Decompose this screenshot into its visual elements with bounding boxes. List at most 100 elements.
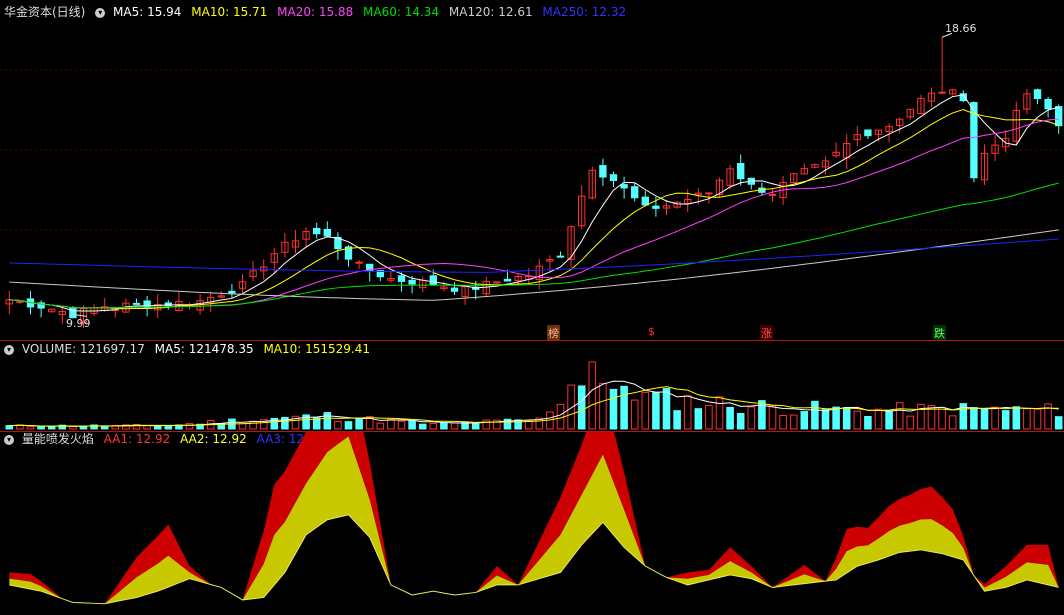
volume-bar <box>185 423 194 430</box>
volume-bar <box>5 425 14 430</box>
volume-bar <box>429 422 438 430</box>
volume-bar <box>821 409 830 430</box>
volume-bar <box>715 396 724 430</box>
volume-bar <box>779 415 787 430</box>
volume-bar <box>991 406 999 430</box>
ma60-line <box>9 182 1059 309</box>
volume-bar <box>281 416 289 430</box>
volume-bar <box>853 410 862 430</box>
candle-body <box>556 255 565 258</box>
volume-bar <box>26 425 35 430</box>
candle-body <box>631 186 639 199</box>
candle-body <box>493 281 501 284</box>
volume-bar <box>694 408 703 430</box>
candle-body <box>609 174 618 181</box>
candle-body <box>620 184 628 189</box>
volume-bar <box>588 361 597 430</box>
volume-chart[interactable] <box>0 341 1064 431</box>
candle-body <box>768 193 777 196</box>
candle-body <box>355 261 363 264</box>
candle-body <box>1055 106 1063 127</box>
ma250-line <box>9 238 1059 273</box>
volume-bar <box>69 426 77 430</box>
price-chart[interactable] <box>0 0 1064 340</box>
candle-body <box>599 165 607 178</box>
volume-bar <box>747 406 756 430</box>
volume-bar <box>249 420 257 430</box>
volume-bar <box>705 405 713 430</box>
candle-body <box>864 129 872 137</box>
volume-bar <box>376 422 385 430</box>
volume-bar <box>874 408 883 430</box>
volume-bar <box>387 418 395 430</box>
candle-body <box>641 196 649 206</box>
indicator-chart[interactable] <box>0 432 1064 615</box>
candle-body <box>503 278 512 282</box>
volume-ma5-line <box>9 380 1059 427</box>
volume-bar <box>577 385 586 430</box>
volume-bar <box>47 426 56 430</box>
candle-body <box>938 91 946 94</box>
volume-bar <box>620 385 628 430</box>
low-price-label: 9.99 <box>66 317 91 330</box>
volume-bar <box>599 382 607 430</box>
ma10-line <box>9 108 1059 310</box>
candle-body <box>737 163 745 180</box>
high-price-label: 18.66 <box>945 22 977 35</box>
volume-bar <box>418 423 427 430</box>
volume-bar <box>652 392 660 430</box>
volume-bar <box>397 420 406 430</box>
volume-bar <box>864 415 872 430</box>
volume-bar <box>323 412 332 430</box>
candle-body <box>228 290 236 294</box>
volume-bar <box>1012 406 1021 430</box>
volume-bar <box>482 419 491 430</box>
volume-bar <box>683 395 692 430</box>
volume-bar <box>726 406 734 430</box>
ma5-line <box>9 94 1059 312</box>
volume-bar <box>641 391 650 430</box>
volume-bar <box>980 407 989 430</box>
volume-bar <box>153 425 162 430</box>
candle-body <box>397 275 406 282</box>
volume-bar <box>1033 408 1042 430</box>
volume-bar <box>440 422 448 430</box>
volume-bar <box>662 388 671 430</box>
volume-bar <box>948 415 957 430</box>
volume-bar <box>811 400 819 430</box>
volume-bar <box>450 422 459 430</box>
candle-body <box>408 279 416 285</box>
volume-bar <box>800 411 809 430</box>
volume-bar <box>164 425 173 430</box>
volume-bar <box>1001 410 1010 430</box>
marker-dollar[interactable]: $ <box>648 325 655 338</box>
volume-bar <box>100 425 109 430</box>
volume-bar <box>408 420 416 430</box>
volume-bar <box>334 420 342 430</box>
volume-bar <box>1023 408 1031 430</box>
candle-body <box>1033 89 1042 100</box>
volume-bar <box>832 406 840 430</box>
volume-bar <box>736 413 745 430</box>
volume-bar <box>895 402 904 430</box>
candle-body <box>652 205 660 209</box>
ma120-line <box>9 229 1059 301</box>
volume-bar <box>37 426 45 430</box>
volume-bar <box>609 388 618 430</box>
candle-body <box>705 192 713 195</box>
volume-bar <box>1054 416 1063 430</box>
marker-die[interactable]: 跌 <box>933 325 946 341</box>
marker-bang[interactable]: 榜 <box>547 325 560 341</box>
candle-body <box>1044 98 1052 110</box>
volume-bar <box>355 418 363 430</box>
marker-zhang[interactable]: 涨 <box>760 325 773 341</box>
candle-body <box>132 302 141 305</box>
candle-body <box>323 228 331 237</box>
volume-bar <box>885 410 893 430</box>
candle-body <box>313 227 321 235</box>
candle-body <box>429 275 437 286</box>
volume-bar <box>842 407 851 430</box>
volume-bar <box>238 423 247 430</box>
volume-bar <box>768 405 777 430</box>
volume-bar <box>673 410 681 430</box>
